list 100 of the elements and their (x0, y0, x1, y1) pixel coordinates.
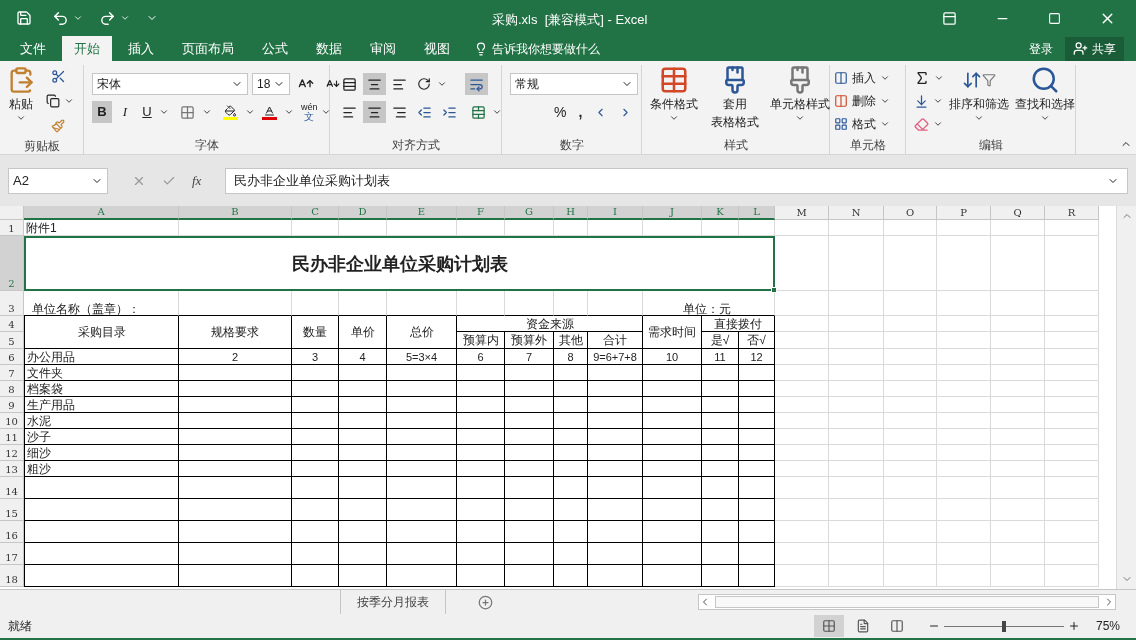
caret-icon (795, 113, 805, 123)
group-label: 字体 (194, 137, 219, 154)
cell-styles-button[interactable]: 单元格样式 (768, 65, 832, 123)
wrap-text-icon[interactable] (465, 73, 488, 95)
search-icon (1030, 65, 1060, 95)
cell-text: 单位：元 (683, 302, 731, 316)
ribbon-tab[interactable]: 审阅 (358, 36, 408, 61)
zoom-in-icon[interactable] (1067, 620, 1080, 632)
cell-text: 采购目录 (77, 325, 126, 339)
lightbulb-icon (474, 41, 488, 56)
column-header[interactable]: K (716, 206, 724, 217)
fill-handle[interactable] (771, 287, 777, 293)
cell-text: 数量 (303, 325, 327, 339)
paste-button[interactable]: 粘贴 (4, 65, 38, 137)
cell-text: 单位名称（盖章）： (32, 302, 140, 316)
italic-button[interactable]: I (115, 101, 135, 123)
sort-filter-button[interactable]: 排序和筛选 (948, 65, 1010, 123)
ribbon-tab[interactable]: 数据 (304, 36, 354, 61)
column-header[interactable]: D (358, 206, 367, 217)
underline-button[interactable]: U (138, 101, 156, 123)
cell-text: 生产用品 (27, 397, 75, 412)
zoom-thumb[interactable] (1001, 620, 1006, 632)
caret-icon[interactable] (202, 107, 212, 117)
caret-icon[interactable] (73, 13, 83, 23)
formula-field[interactable]: 民办非企业单位采购计划表 (225, 167, 1128, 194)
font-name-field[interactable]: 宋体 (92, 73, 248, 95)
conditional-format-button[interactable]: 条件格式 (646, 65, 702, 123)
zoom-slider[interactable] (943, 620, 1064, 632)
phonetic-button[interactable]: wén 文 (301, 102, 318, 122)
caret-icon[interactable] (933, 96, 943, 106)
ribbon-tab[interactable]: 页面布局 (170, 36, 246, 61)
caret-icon[interactable] (437, 79, 447, 89)
group-label: 编辑 (978, 137, 1003, 154)
row-number[interactable]: 3 (8, 303, 15, 314)
horizontal-scrollbar[interactable] (698, 594, 1116, 610)
column-header[interactable]: L (753, 206, 760, 217)
cell-text: 6 (477, 350, 484, 363)
caret-icon[interactable] (64, 96, 74, 106)
caret-icon[interactable] (245, 107, 255, 117)
column-header[interactable]: F (477, 206, 484, 217)
column-header[interactable]: G (525, 206, 533, 217)
name-box[interactable]: A2 (8, 167, 108, 194)
column-header[interactable]: B (231, 206, 239, 217)
cell-text: 9=6+7+8 (593, 350, 637, 363)
zoom-level[interactable]: 75% (1095, 617, 1120, 635)
caret-icon[interactable] (120, 13, 130, 23)
delete-button[interactable]: 删除 (834, 90, 890, 112)
ribbon-tab[interactable]: 视图 (412, 36, 462, 61)
share-button[interactable]: 共享 (1065, 36, 1124, 61)
grid-icon (834, 117, 848, 131)
insert-function-button[interactable]: fx (192, 170, 202, 191)
caret-icon[interactable] (320, 107, 331, 117)
tell-me-field[interactable]: 告诉我你想要做什么 (492, 39, 600, 58)
add-sheet-icon[interactable] (478, 594, 493, 610)
align-center-icon[interactable] (363, 101, 386, 123)
column-header[interactable]: J (670, 206, 674, 217)
group-label: 样式 (723, 137, 748, 154)
column-header[interactable]: N (851, 206, 861, 218)
caret-icon[interactable] (933, 119, 943, 129)
comma-button[interactable]: , (574, 101, 587, 123)
find-select-button[interactable]: 查找和选择 (1014, 65, 1076, 123)
caret-icon[interactable] (934, 73, 944, 83)
caret-icon (669, 113, 679, 123)
cell-text: 3 (311, 350, 319, 363)
number-format-field[interactable]: 常规 (510, 73, 638, 95)
ribbon-tab[interactable]: 文件 (8, 36, 58, 61)
align-middle-icon[interactable] (363, 73, 386, 95)
column-header[interactable]: O (905, 206, 915, 218)
caret-icon[interactable] (284, 107, 294, 117)
caret-icon[interactable] (492, 107, 502, 117)
column-header[interactable]: I (613, 206, 617, 217)
row-number[interactable]: 5 (8, 336, 15, 347)
ribbon-tab[interactable]: 开始 (62, 36, 112, 61)
cell-text: 办公用品 (27, 349, 75, 364)
window-title: 采购.xls [兼容模式] - Excel (492, 11, 648, 29)
group-label: 单元格 (849, 137, 886, 154)
cell-text: 细沙 (27, 445, 51, 460)
column-header[interactable]: P (960, 206, 967, 218)
cell-text: 直接拨付 (714, 316, 762, 331)
font-size-field[interactable]: 18 (252, 73, 290, 95)
cell-text: 沙子 (27, 429, 51, 444)
ribbon-tab[interactable]: 插入 (116, 36, 166, 61)
column-header[interactable]: A (97, 206, 105, 217)
table-format-button[interactable]: 套用 表格格式 (706, 65, 764, 131)
bold-button[interactable]: B (92, 101, 112, 123)
column-header[interactable]: E (417, 206, 426, 217)
column-header[interactable]: Q (1013, 206, 1022, 218)
caret-icon[interactable] (159, 107, 169, 117)
sign-in-link[interactable]: 登录 (1025, 39, 1057, 58)
selected-cell[interactable]: 民办非企业单位采购计划表 (24, 236, 775, 291)
column-header[interactable]: C (311, 206, 319, 217)
column-header[interactable]: M (796, 206, 807, 218)
column-header[interactable]: R (1067, 206, 1076, 218)
normal-view-icon[interactable] (813, 615, 844, 637)
insert-button[interactable]: 插入 (834, 67, 890, 89)
row-number[interactable]: 2 (8, 278, 15, 289)
format-button[interactable]: 格式 (834, 113, 890, 135)
ribbon-tab[interactable]: 公式 (250, 36, 300, 61)
sheet-title: 民办非企业单位采购计划表 (291, 253, 508, 274)
percent-button[interactable]: % (550, 101, 571, 123)
